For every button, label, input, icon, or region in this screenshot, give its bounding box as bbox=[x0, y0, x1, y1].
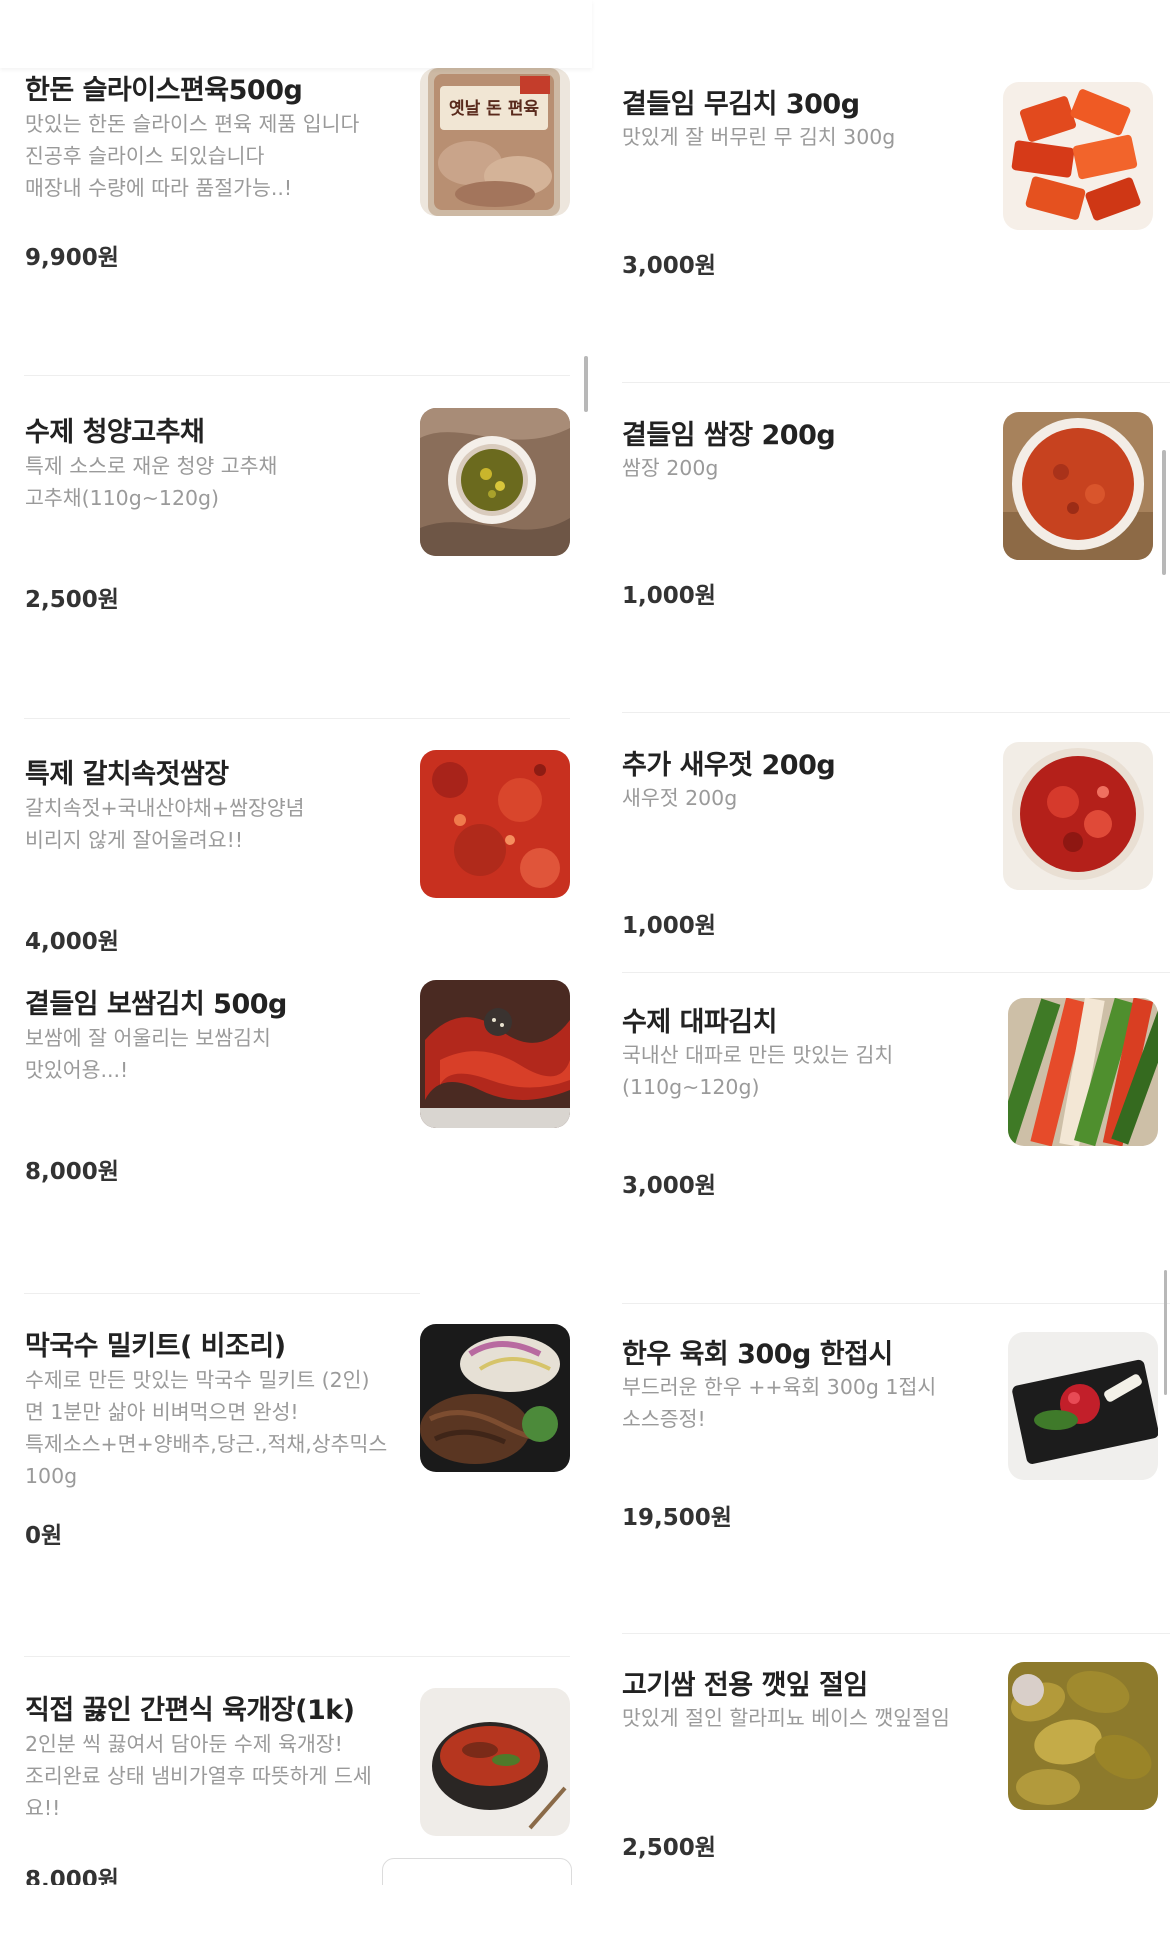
item-divider bbox=[622, 712, 1170, 713]
item-divider bbox=[622, 1303, 1170, 1304]
menu-item-description: 국내산 대파로 만든 맛있는 김치 (110g~120g) bbox=[622, 1043, 894, 1099]
menu-item-name: 한우 육회 300g 한접시 bbox=[622, 1339, 893, 1370]
menu-item-description: 갈치속젓+국내산야채+쌈장양념 비리지 않게 잘어울려요!! bbox=[25, 796, 305, 852]
menu-item-price: 1,000원 bbox=[622, 583, 716, 609]
item-divider bbox=[24, 375, 570, 376]
pepper-bowl-thumbnail[interactable] bbox=[420, 408, 570, 556]
left-scrollbar-thumb[interactable] bbox=[584, 356, 588, 412]
menu-item-name: 곁들임 보쌈김치 500g bbox=[25, 989, 287, 1020]
menu-item-description: 특제 소스로 재운 청양 고추채 고추채(110g~120g) bbox=[25, 454, 278, 510]
beef-tartare-plate-thumbnail[interactable] bbox=[1008, 1332, 1158, 1480]
item-divider bbox=[622, 1633, 1170, 1634]
menu-item-name: 곁들임 무김치 300g bbox=[622, 89, 860, 120]
item-divider bbox=[24, 718, 570, 719]
menu-item-description: 쌈장 200g bbox=[622, 456, 719, 480]
page-scrollbar-thumb[interactable] bbox=[1164, 1270, 1167, 1395]
ssamjang-paste-thumbnail[interactable] bbox=[420, 750, 570, 898]
menu-item-price: 2,500원 bbox=[25, 587, 119, 613]
menu-item-price: 2,500원 bbox=[622, 1835, 716, 1861]
menu-item-description: 맛있게 절인 할라피뇨 베이스 깻잎절임 bbox=[622, 1706, 950, 1730]
right-scrollbar-thumb[interactable] bbox=[1162, 450, 1166, 575]
item-divider bbox=[24, 1656, 570, 1657]
menu-item-description: 2인분 씩 끓여서 담아둔 수제 육개장! 조리완료 상태 냄비가열후 따뜻하게… bbox=[25, 1732, 372, 1820]
menu-item-name: 수제 대파김치 bbox=[622, 1007, 777, 1038]
menu-item-description: 맛있게 잘 버무린 무 김치 300g bbox=[622, 125, 896, 149]
menu-item-price: 1,000원 bbox=[622, 913, 716, 939]
menu-item-price: 19,500원 bbox=[622, 1505, 732, 1531]
menu-item-name: 수제 청양고추채 bbox=[25, 417, 205, 448]
green-onion-kimchi-thumbnail[interactable] bbox=[1008, 998, 1158, 1146]
bottom-blank-area bbox=[0, 1885, 1170, 1942]
menu-item-description: 새우젓 200g bbox=[622, 786, 738, 810]
menu-item-name: 고기쌈 전용 깻잎 절임 bbox=[622, 1670, 868, 1701]
menu-item-description: 맛있는 한돈 슬라이스 편육 제품 입니다 진공후 슬라이스 되있습니다 매장내… bbox=[25, 112, 360, 200]
menu-item-name: 추가 새우젓 200g bbox=[622, 750, 836, 781]
menu-item-name: 특제 갈치속젓쌈장 bbox=[25, 759, 229, 790]
package-label: 옛날 돈 편육 bbox=[449, 99, 539, 119]
menu-item-name: 막국수 밀키트( 비조리) bbox=[25, 1331, 286, 1362]
pickled-perilla-leaves-thumbnail[interactable] bbox=[1008, 1662, 1158, 1810]
salted-shrimp-bowl-thumbnail[interactable] bbox=[1003, 742, 1153, 890]
top-header-bar bbox=[0, 0, 592, 68]
menu-item-name: 곁들임 쌈장 200g bbox=[622, 420, 836, 451]
menu-item-description: 부드러운 한우 ++육회 300g 1접시 소스증정! bbox=[622, 1375, 937, 1431]
menu-item-price: 4,000원 bbox=[25, 929, 119, 955]
menu-item-price: 0원 bbox=[25, 1523, 63, 1549]
menu-item-price: 3,000원 bbox=[622, 253, 716, 279]
menu-item-name: 한돈 슬라이스편육500g bbox=[25, 75, 303, 106]
item-divider bbox=[24, 1293, 420, 1294]
makguksu-noodle-thumbnail[interactable] bbox=[420, 1324, 570, 1472]
sliced-pork-package-thumbnail[interactable]: 옛날 돈 편육 bbox=[420, 68, 570, 216]
radish-kimchi-thumbnail[interactable] bbox=[1003, 82, 1153, 230]
menu-item-price: 3,000원 bbox=[622, 1173, 716, 1199]
menu-item-price: 8,000원 bbox=[25, 1159, 119, 1185]
menu-item-name: 직접 끓인 간편식 육개장(1k) bbox=[25, 1695, 355, 1726]
menu-item-price: 9,900원 bbox=[25, 245, 119, 271]
menu-item-description: 수제로 만든 맛있는 막국수 밀키트 (2인) 면 1분만 삶아 비벼먹으면 완… bbox=[25, 1368, 388, 1488]
bossam-kimchi-thumbnail[interactable] bbox=[420, 980, 570, 1128]
item-divider bbox=[622, 382, 1170, 383]
yukgaejang-soup-thumbnail[interactable] bbox=[420, 1688, 570, 1836]
menu-item-description: 보쌈에 잘 어울리는 보쌈김치 맛있어용...! bbox=[25, 1026, 271, 1082]
ssamjang-bowl-thumbnail[interactable] bbox=[1003, 412, 1153, 560]
item-divider bbox=[622, 972, 1170, 973]
